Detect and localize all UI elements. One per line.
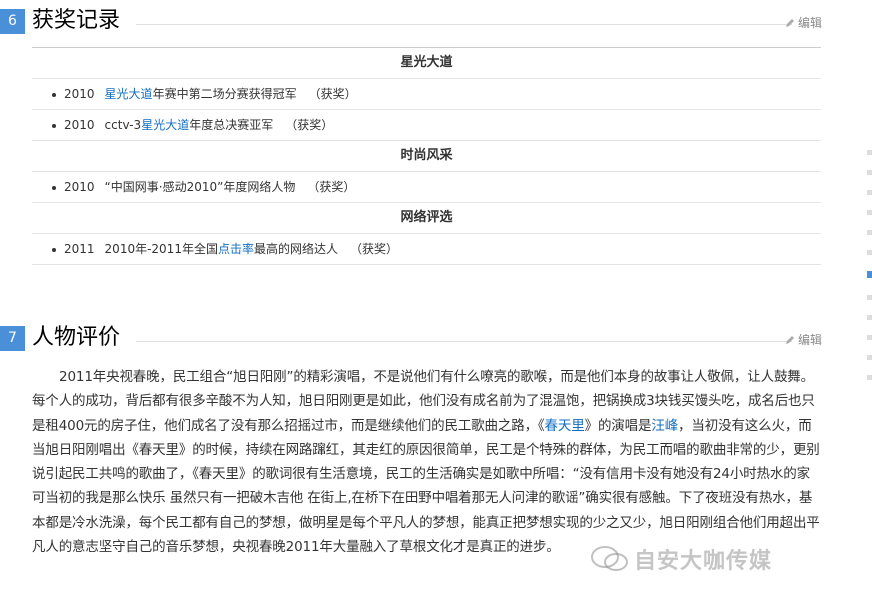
award-category: 时尚风采	[32, 141, 821, 172]
toc-marker[interactable]	[867, 335, 872, 340]
toc-marker[interactable]	[867, 315, 872, 320]
award-text-prefix: 2010年-2011年全国	[104, 242, 218, 256]
award-badge: （获奖）	[350, 242, 399, 256]
award-text-prefix: cctv-3	[104, 118, 142, 132]
review-section-header: 7 人物评价 编辑	[0, 323, 822, 353]
singer-link[interactable]: 汪峰	[651, 418, 678, 434]
toc-marker[interactable]	[867, 250, 872, 255]
review-paragraph: 2011年央视春晚，民工组合“旭日阳刚”的精彩演唱，不是说他们有什么嘹亮的歌喉，…	[32, 365, 821, 559]
award-row: 2010 cctv-3星光大道年度总决赛亚军 （获奖）	[32, 110, 821, 141]
award-text: 年赛中第二场分赛获得冠军	[152, 87, 297, 101]
toc-marker[interactable]	[867, 190, 872, 195]
award-year: 2010	[64, 180, 95, 194]
toc-marker[interactable]	[867, 150, 872, 155]
toc-marker[interactable]	[867, 170, 872, 175]
award-link[interactable]: 星光大道	[141, 118, 189, 132]
award-year: 2010	[64, 87, 95, 101]
edit-button[interactable]: 编辑	[785, 14, 822, 31]
section-title: 人物评价	[32, 325, 121, 350]
award-row: 2010 星光大道年赛中第二场分赛获得冠军 （获奖）	[32, 79, 821, 110]
section-title: 获奖记录	[32, 8, 121, 33]
section-divider	[136, 24, 792, 25]
toc-marker-active[interactable]	[867, 271, 872, 278]
review-text: 》的演唱是	[584, 417, 652, 434]
award-year: 2010	[64, 118, 95, 132]
edit-label: 编辑	[797, 16, 822, 30]
award-category: 星光大道	[32, 48, 821, 79]
toc-marker[interactable]	[867, 210, 872, 215]
award-badge: （获奖）	[308, 87, 357, 101]
award-text: “中国网事·感动2010”年度网络人物	[104, 180, 296, 194]
awards-table: 星光大道 2010 星光大道年赛中第二场分赛获得冠军 （获奖） 2010 cctv-3…	[32, 47, 821, 265]
award-text: 年度总决赛亚军	[189, 118, 274, 132]
bullet-icon	[52, 92, 56, 97]
toc-marker[interactable]	[867, 295, 872, 300]
song-link[interactable]: 春天里	[545, 418, 585, 434]
bullet-icon	[52, 185, 56, 190]
award-year: 2011	[64, 242, 95, 256]
award-text: 最高的网络达人	[253, 242, 338, 256]
toc-marker[interactable]	[867, 230, 872, 235]
award-link[interactable]: 星光大道	[105, 87, 153, 101]
section-divider	[136, 341, 792, 342]
award-link[interactable]: 点击率	[218, 242, 254, 256]
award-row: 2010 “中国网事·感动2010”年度网络人物 （获奖）	[32, 172, 821, 203]
section-number: 6	[0, 9, 25, 34]
edit-button[interactable]: 编辑	[785, 331, 822, 348]
pencil-icon	[785, 336, 794, 344]
award-row: 2011 2010年-2011年全国点击率最高的网络达人 （获奖）	[32, 234, 821, 265]
section-number: 7	[0, 326, 25, 351]
awards-section-header: 6 获奖记录 编辑	[0, 6, 822, 36]
review-text: ，当初没有这么火，而当旭日阳刚唱出《春天里》的时候，持续在网路蹿红，其走红的原因…	[32, 417, 820, 556]
toc-marker[interactable]	[867, 375, 872, 380]
watermark: 自安大咖传媒	[590, 543, 772, 575]
wechat-icon	[591, 546, 628, 571]
pencil-icon	[785, 19, 794, 27]
award-badge: （获奖）	[285, 118, 334, 132]
award-badge: （获奖）	[307, 180, 356, 194]
toc-marker[interactable]	[867, 355, 872, 360]
bullet-icon	[52, 247, 56, 252]
watermark-text: 自安大咖传媒	[634, 549, 773, 574]
bullet-icon	[52, 123, 56, 128]
award-category: 网络评选	[32, 203, 821, 234]
edit-label: 编辑	[797, 333, 822, 347]
